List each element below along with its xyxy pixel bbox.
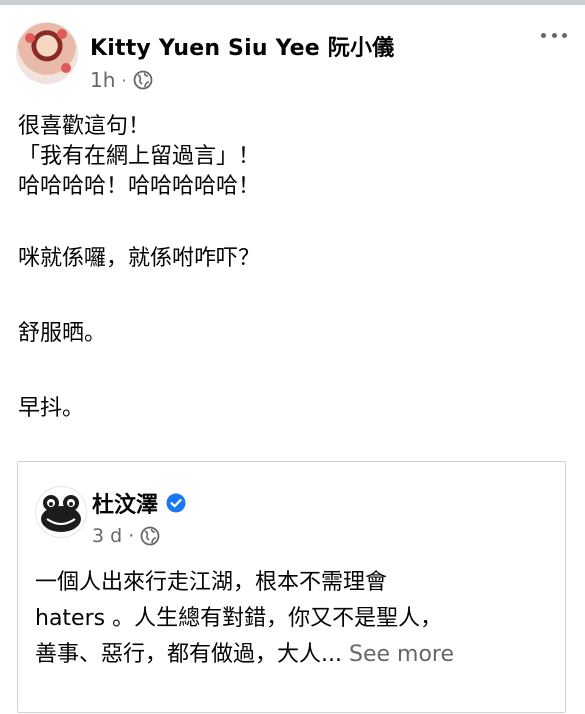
top-divider	[0, 0, 585, 5]
author-avatar[interactable]	[16, 22, 78, 84]
shared-post-line: haters 。人生總有對錯，你又不是聖人，	[35, 606, 443, 631]
post-line: 咪就係囉，就係咐咋吓？	[18, 246, 261, 271]
more-options-icon[interactable]	[541, 30, 567, 40]
avatar-decoration	[57, 29, 67, 39]
post-line: 「我有在網上留過言」！	[18, 144, 261, 169]
more-dot	[562, 32, 567, 38]
post-line: 很喜歡這句！	[18, 114, 151, 139]
shared-post-line: 善事、惡行，都有做過，大人... See more	[35, 637, 555, 673]
frog-icon	[41, 495, 81, 532]
verified-badge-icon	[166, 493, 186, 513]
shared-author-avatar[interactable]	[35, 486, 87, 538]
meta-separator: ·	[128, 525, 135, 547]
shared-post-card[interactable]: 杜汶澤 3 d · 一個人出來行走江湖，根本不需理會 haters 。人生總有對…	[17, 461, 566, 713]
shared-author[interactable]: 杜汶澤	[92, 487, 186, 519]
meta-separator: ·	[121, 70, 127, 90]
globe-icon[interactable]	[140, 526, 160, 546]
post-body: 很喜歡這句！ 「我有在網上留過言」！ 哈哈哈哈！哈哈哈哈哈！ 咪就係囉，就係咐咋…	[18, 112, 568, 424]
post-line: 早抖。	[18, 396, 85, 421]
avatar-decoration	[61, 63, 71, 73]
shared-post-meta: 3 d ·	[92, 525, 160, 547]
shared-post-line-text: 善事、惡行，都有做過，大人...	[35, 642, 342, 667]
globe-icon[interactable]	[133, 70, 153, 90]
author-name[interactable]: Kitty Yuen Siu Yee 阮小儀	[90, 30, 394, 62]
see-more-link[interactable]: See more	[349, 642, 454, 667]
more-dot	[541, 32, 546, 38]
post-line: 哈哈哈哈！哈哈哈哈哈！	[18, 174, 261, 199]
avatar-decoration	[25, 33, 35, 43]
more-dot	[551, 32, 557, 38]
post-timestamp[interactable]: 1h	[90, 68, 115, 92]
shared-author-name[interactable]: 杜汶澤	[92, 487, 158, 519]
post-line: 舒服晒。	[18, 321, 107, 346]
shared-post-timestamp[interactable]: 3 d	[92, 525, 122, 547]
post-meta: 1h ·	[90, 68, 153, 92]
shared-post-line: 一個人出來行走江湖，根本不需理會	[35, 570, 388, 595]
shared-post-body: 一個人出來行走江湖，根本不需理會 haters 。人生總有對錯，你又不是聖人， …	[35, 565, 555, 673]
